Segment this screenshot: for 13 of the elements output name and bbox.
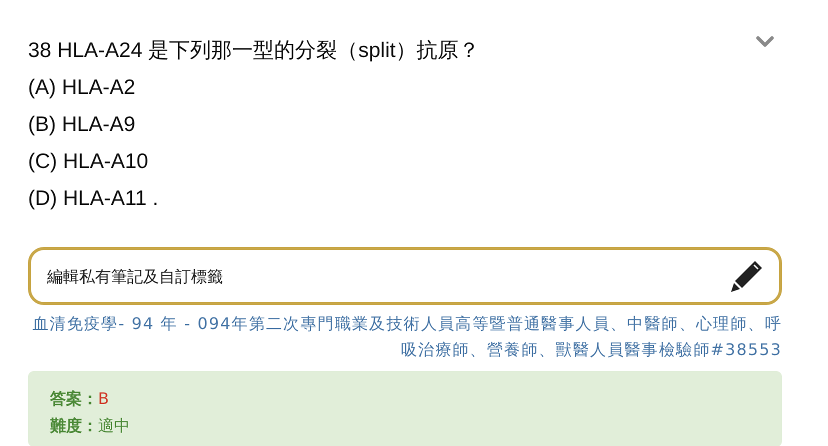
answer-option: (D) HLA-A11 . bbox=[28, 180, 782, 217]
answer-option: (A) HLA-A2 bbox=[28, 69, 782, 106]
question-text: 38 HLA-A24 是下列那一型的分裂（split）抗原？ bbox=[28, 38, 480, 64]
difficulty-label: 難度： bbox=[50, 416, 98, 435]
note-field[interactable]: 編輯私有筆記及自訂標籤 bbox=[28, 247, 782, 305]
answer-value: B bbox=[98, 389, 109, 408]
answer-label: 答案： bbox=[50, 389, 98, 408]
difficulty-value: 適中 bbox=[98, 416, 130, 435]
answer-option: (B) HLA-A9 bbox=[28, 106, 782, 143]
source-link[interactable]: 血清免疫學- 94 年 - 094年第二次專門職業及技術人員高等暨普通醫事人員、中醫師、心理師、呼吸治療師、營養師、獸醫人員醫事檢驗師#38553 bbox=[28, 311, 782, 363]
answer-option: (C) HLA-A10 bbox=[28, 143, 782, 180]
chevron-down-icon[interactable] bbox=[756, 36, 774, 48]
pencil-icon[interactable] bbox=[730, 259, 764, 293]
